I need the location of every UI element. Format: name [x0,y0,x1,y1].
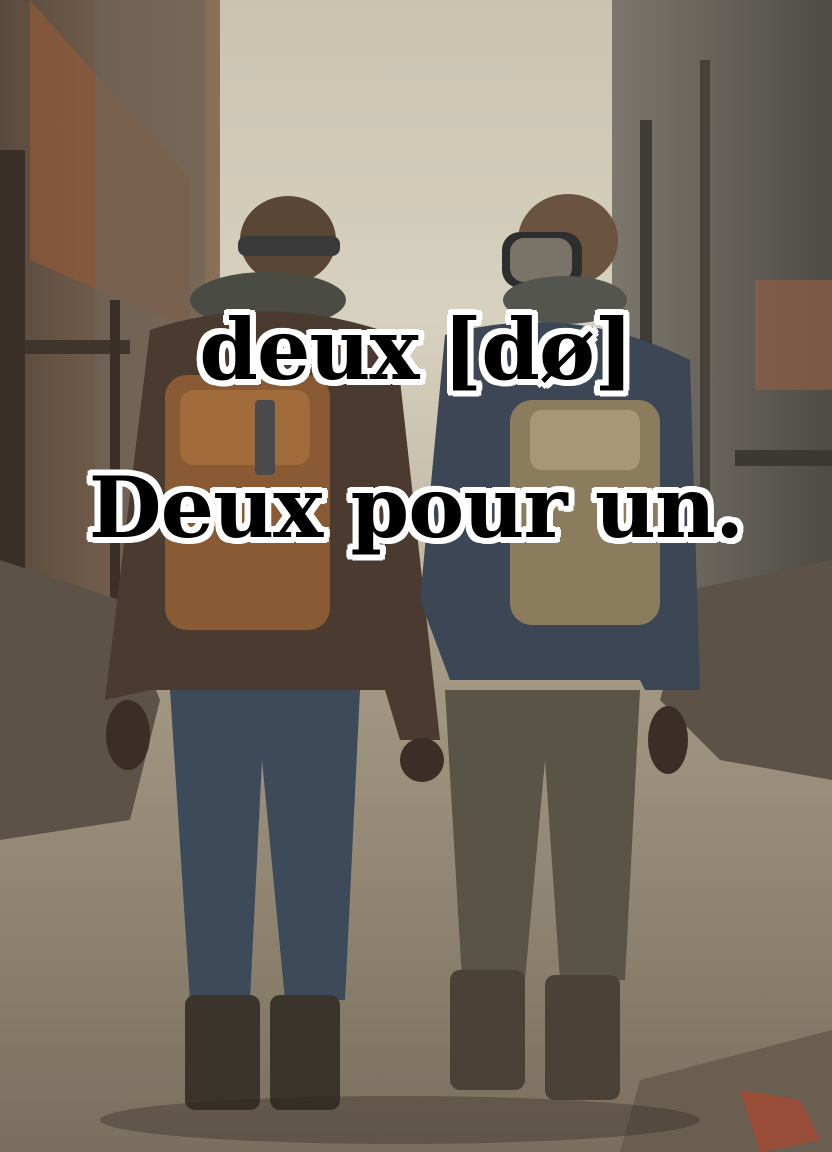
vocabulary-line: deux [dø] [0,300,832,399]
ground-shadow [100,1096,700,1144]
illustration: deux [dø] Deux pour un. [0,0,832,1152]
example-sentence: Deux pour un. [88,458,744,557]
vocabulary-word: deux [199,300,419,399]
wasteland-scene [0,0,832,1152]
pronunciation: [dø] [442,300,634,399]
